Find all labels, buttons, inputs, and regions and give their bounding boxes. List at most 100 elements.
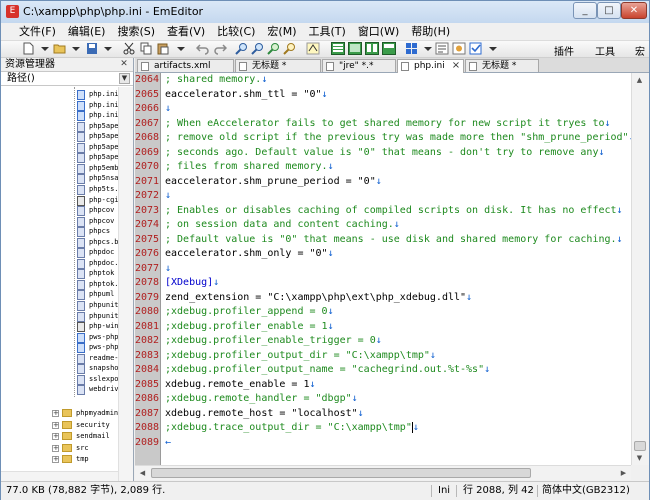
folder-tree-item[interactable]: + security [1, 420, 118, 431]
windows-icon[interactable] [405, 42, 419, 55]
code-line[interactable]: 2069 ; seconds ago. Default value is "0" … [135, 146, 631, 161]
file-tree-item[interactable]: phpdoc [1, 247, 118, 259]
file-tree-item[interactable]: php-win [1, 321, 118, 333]
redo-icon[interactable] [213, 42, 227, 55]
find-next-icon[interactable] [251, 42, 265, 55]
code-line[interactable]: 2079 zend_extension = "C:\xampp\php\ext\p… [135, 291, 631, 306]
dropdown-arrow-icon[interactable] [69, 42, 83, 55]
undo-icon[interactable] [196, 42, 210, 55]
text-editor[interactable]: 2064; shared memory.↓ 2065 eaccelerator.sh… [135, 73, 631, 465]
folder-tree-item[interactable]: + phpmyadmin [1, 408, 118, 419]
file-tree-item[interactable]: php.ini [1, 89, 118, 100]
menu-help[interactable]: 帮助(H) [405, 23, 456, 40]
file-tree-item[interactable]: phpunit [1, 311, 118, 322]
expand-icon[interactable]: + [52, 444, 59, 452]
expand-icon[interactable]: + [52, 456, 59, 463]
horizontal-scroll-thumb[interactable] [151, 468, 531, 478]
code-line[interactable]: 2070 ; files from shared memory.↓ [135, 160, 631, 175]
code-line[interactable]: 2081 ;xdebug.profiler_enable = 1↓ [135, 320, 631, 335]
code-line[interactable]: 2065 eaccelerator.shm_ttl = "0"↓ [135, 88, 631, 103]
scroll-up-arrow-icon[interactable]: ▲ [632, 73, 647, 87]
cut-icon[interactable] [122, 42, 136, 55]
file-tree-item[interactable]: phpcov [1, 216, 118, 227]
code-line[interactable]: 2084 ;xdebug.profiler_output_name = "cach… [135, 363, 631, 378]
open-folder-icon[interactable] [53, 42, 67, 55]
properties-icon[interactable] [435, 42, 449, 55]
minimize-button[interactable]: _ [573, 2, 597, 19]
code-line[interactable]: 2064 ; shared memory.↓ [135, 73, 631, 88]
code-line[interactable]: 2080 ;xdebug.profiler_append = 0↓ [135, 305, 631, 320]
folder-tree-item[interactable]: + sendmail [1, 431, 118, 442]
file-tree-item[interactable]: phpdoc. [1, 258, 118, 269]
folder-tree-item[interactable]: + tmp [1, 454, 118, 465]
explorer-path-selector[interactable]: 路径() ▼ [1, 72, 133, 86]
view-mode-4-icon[interactable] [382, 42, 396, 55]
menu-file[interactable]: 文件(F) [13, 23, 62, 40]
menu-compare[interactable]: 比较(C) [211, 23, 261, 40]
code-line[interactable]: 2073 ; Enables or disables caching of com… [135, 204, 631, 219]
checkbox-icon[interactable] [469, 42, 483, 55]
file-tree-item[interactable]: pws-php [1, 342, 118, 354]
menu-edit[interactable]: 编辑(E) [62, 23, 112, 40]
file-tree-item[interactable]: phpcs.b [1, 237, 118, 248]
save-icon[interactable] [85, 42, 99, 55]
emeditor-app-icon[interactable]: E [6, 5, 19, 18]
menu-window[interactable]: 窗口(W) [352, 23, 405, 40]
code-line[interactable]: 2068 ; remove old script if the previous … [135, 131, 631, 146]
file-tree-item[interactable]: php5ape [1, 142, 118, 153]
file-tree-item[interactable]: php-cgi [1, 195, 118, 206]
macro-toolbar-label[interactable]: 宏 [635, 43, 645, 58]
view-mode-2-icon[interactable] [348, 42, 362, 55]
menu-tools[interactable]: 工具(T) [303, 23, 352, 40]
syntax-mode-status[interactable]: Ini [438, 482, 450, 500]
view-mode-3-icon[interactable] [365, 42, 379, 55]
code-line[interactable]: 2088 ;xdebug.trace_output_dir = "C:\xampp… [135, 421, 631, 436]
encoding-status[interactable]: 简体中文(GB2312) [542, 482, 630, 500]
dropdown-arrow-icon[interactable] [38, 42, 52, 55]
menu-view[interactable]: 查看(V) [161, 23, 211, 40]
file-tree-item[interactable]: php5ape [1, 152, 118, 164]
plugins-toolbar-label[interactable]: 插件 [554, 43, 574, 58]
new-file-icon[interactable] [21, 42, 35, 55]
chevron-down-icon[interactable]: ▼ [119, 73, 130, 84]
file-tree-item[interactable]: phpuml [1, 289, 118, 301]
code-line[interactable]: 2087 xdebug.remote_host = "localhost"↓ [135, 407, 631, 422]
scroll-right-arrow-icon[interactable]: ▶ [616, 466, 631, 480]
find-files-icon[interactable] [283, 42, 297, 55]
highlight-icon[interactable] [306, 42, 320, 55]
code-line[interactable]: 2075 ; Default value is "0" that means - … [135, 233, 631, 248]
dropdown-arrow-icon[interactable] [486, 42, 500, 55]
document-tab[interactable]: artifacts.xml [137, 59, 234, 72]
code-line[interactable]: 2077 ↓ [135, 262, 631, 277]
tab-close-icon[interactable]: × [451, 60, 461, 72]
dropdown-arrow-icon[interactable] [421, 42, 435, 55]
code-line[interactable]: 2085 xdebug.remote_enable = 1↓ [135, 378, 631, 393]
file-tree-item[interactable]: php.ini [1, 100, 118, 111]
file-tree-item[interactable]: php5ts. [1, 184, 118, 195]
explorer-vertical-scrollbar[interactable] [118, 87, 133, 481]
menu-macro[interactable]: 宏(M) [261, 23, 302, 40]
expand-icon[interactable]: + [52, 421, 59, 429]
close-button[interactable]: ✕ [621, 2, 647, 19]
file-tree-item[interactable]: sslexpo [1, 374, 118, 385]
expand-icon[interactable]: + [52, 433, 59, 440]
code-line[interactable]: 2066 ↓ [135, 102, 631, 117]
document-tab[interactable]: 无标题 * [465, 59, 539, 72]
scroll-left-arrow-icon[interactable]: ◀ [135, 466, 150, 480]
code-line[interactable]: 2074 ; on session data and content cachin… [135, 218, 631, 233]
editor-horizontal-scrollbar[interactable]: ◀ ▶ [135, 465, 631, 480]
code-line[interactable]: 2071 eaccelerator.shm_prune_period = "0"↓ [135, 175, 631, 190]
view-mode-1-icon[interactable] [331, 42, 345, 55]
file-tree-item[interactable]: pws-php [1, 332, 118, 343]
file-tree-item[interactable]: php5ape [1, 131, 118, 143]
document-tab[interactable]: php.ini × [397, 59, 464, 73]
code-line[interactable]: 2089 ← [135, 436, 631, 451]
file-tree-item[interactable]: phpunit [1, 300, 118, 311]
file-tree-item[interactable]: readme- [1, 353, 118, 364]
file-tree-item[interactable]: phpcov [1, 205, 118, 217]
file-tree-item[interactable]: php5ape [1, 121, 118, 132]
file-tree-item[interactable]: phpcs [1, 226, 118, 238]
file-tree-item[interactable]: webdriv [1, 384, 118, 396]
file-tree-item[interactable]: phptok [1, 268, 118, 280]
tools-toolbar-label[interactable]: 工具 [595, 43, 615, 58]
